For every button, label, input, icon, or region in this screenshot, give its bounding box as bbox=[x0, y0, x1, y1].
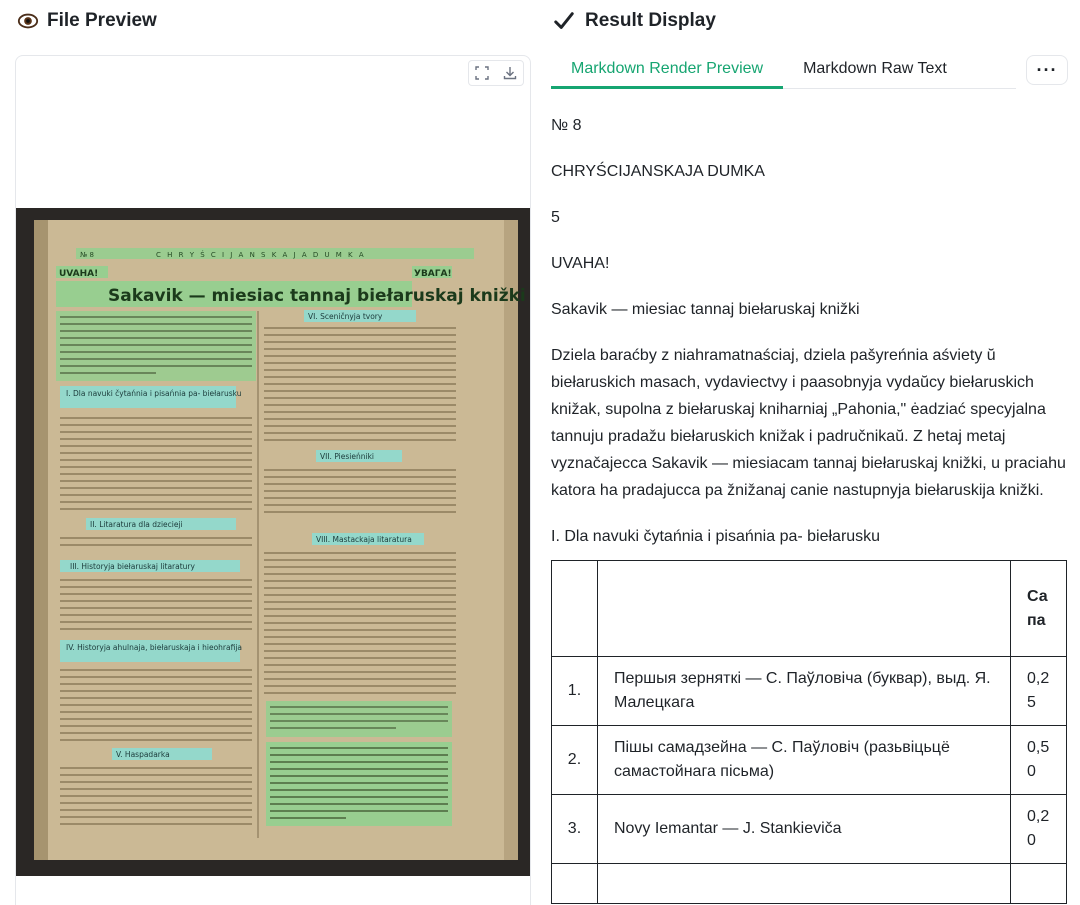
more-options-button[interactable]: ··· bbox=[1026, 55, 1068, 85]
table-cell-price: 0,25 bbox=[1010, 656, 1067, 726]
eye-icon bbox=[17, 13, 39, 29]
table-cell-title bbox=[596, 863, 1012, 904]
table-row: 2. Пішы самадзейна — С. Паўловіч (разьві… bbox=[551, 725, 1067, 795]
table-row bbox=[551, 863, 1067, 904]
table-cell-title: Пішы самадзейна — С. Паўловіч (разьвіцьц… bbox=[596, 725, 1012, 795]
table-header-row: Сапа bbox=[551, 560, 1067, 657]
section-6-heading: VI. Sceničnyja tvory bbox=[308, 312, 383, 321]
section-2-heading: II. Litaratura dla dziecieji bbox=[90, 520, 183, 529]
markdown-render-preview: № 8 CHRYŚCIJANSKAJA DUMKA 5 UVAHA! Sakav… bbox=[551, 112, 1068, 904]
table-cell-price bbox=[1010, 863, 1067, 904]
table-header-cell bbox=[551, 560, 598, 657]
uvaha-left-label: UVAHA! bbox=[59, 269, 98, 279]
section-3-heading: III. Historyja biełaruskaj litaratury bbox=[70, 562, 196, 571]
table-header-cell bbox=[596, 560, 1012, 657]
file-preview-panel: № 8 C H R Y Ś C I J A N S K A J A D U M … bbox=[15, 55, 531, 905]
file-preview-header: File Preview bbox=[17, 10, 157, 32]
table-cell-num bbox=[551, 863, 598, 904]
download-icon bbox=[503, 67, 517, 80]
table-cell-price: 0,50 bbox=[1010, 725, 1067, 795]
md-line: № 8 bbox=[551, 117, 582, 134]
tab-markdown-render-preview[interactable]: Markdown Render Preview bbox=[551, 55, 784, 89]
document-main-title: Sakavik — miesiac tannaj biełaruskaj kni… bbox=[108, 286, 526, 306]
table-cell-title: Novy Iemantar — J. Stankieviča bbox=[596, 794, 1012, 864]
md-line: Sakavik — miesiac tannaj biełaruskaj kni… bbox=[551, 301, 860, 318]
table-cell-num: 1. bbox=[551, 656, 598, 726]
preview-toolbar bbox=[468, 60, 524, 86]
fullscreen-button[interactable] bbox=[469, 61, 495, 85]
fullscreen-icon bbox=[475, 66, 489, 80]
md-line: 5 bbox=[551, 209, 560, 226]
file-preview-title: File Preview bbox=[47, 10, 157, 31]
uvaha-right-label: УВАГА! bbox=[414, 269, 452, 279]
table-row: 3. Novy Iemantar — J. Stankieviča 0,20 bbox=[551, 794, 1067, 864]
table-cell-title: Першыя зерняткі — С. Паўловіча (буквар),… bbox=[596, 656, 1012, 726]
md-paragraph: Dziela baraćby z niahramatnaściaj, dziel… bbox=[551, 347, 1066, 499]
section-5-heading: V. Haspadarka bbox=[116, 750, 170, 759]
download-button[interactable] bbox=[497, 61, 523, 85]
md-line: CHRYŚCIJANSKAJA DUMKA bbox=[551, 163, 765, 180]
markdown-table: Сапа 1. Першыя зерняткі — С. Паўловіча (… bbox=[551, 560, 1067, 904]
page-header-center: C H R Y Ś C I J A N S K A J A D U M K A bbox=[156, 250, 366, 259]
result-display-title: Result Display bbox=[585, 10, 716, 31]
section-4-heading: IV. Historyja ahulnaja, biełaruskaja i h… bbox=[66, 643, 242, 652]
table-cell-num: 2. bbox=[551, 725, 598, 795]
check-icon bbox=[554, 12, 574, 29]
table-cell-num: 3. bbox=[551, 794, 598, 864]
section-7-heading: VII. Piesieńniki bbox=[320, 452, 374, 461]
table-cell-price: 0,20 bbox=[1010, 794, 1067, 864]
tab-markdown-raw-text[interactable]: Markdown Raw Text bbox=[783, 55, 967, 89]
md-line: UVAHA! bbox=[551, 255, 610, 272]
section-1-heading: I. Dla navuki čytańnia i pisańnia pa- bi… bbox=[66, 389, 242, 398]
table-row: 1. Першыя зерняткі — С. Паўловіча (буква… bbox=[551, 656, 1067, 726]
document-scan-svg: № 8 C H R Y Ś C I J A N S K A J A D U M … bbox=[16, 208, 530, 876]
page-header-left: № 8 bbox=[80, 251, 94, 259]
result-display-header: Result Display bbox=[553, 10, 716, 32]
result-tabs: Markdown Render Preview Markdown Raw Tex… bbox=[551, 55, 1016, 89]
md-section-heading: I. Dla navuki čytańnia i pisańnia pa- bi… bbox=[551, 528, 881, 545]
table-header-cell: Сапа bbox=[1010, 560, 1067, 657]
section-8-heading: VIII. Mastackaja litaratura bbox=[316, 535, 412, 544]
document-scan-image: № 8 C H R Y Ś C I J A N S K A J A D U M … bbox=[16, 208, 530, 876]
more-icon: ··· bbox=[1036, 60, 1058, 80]
